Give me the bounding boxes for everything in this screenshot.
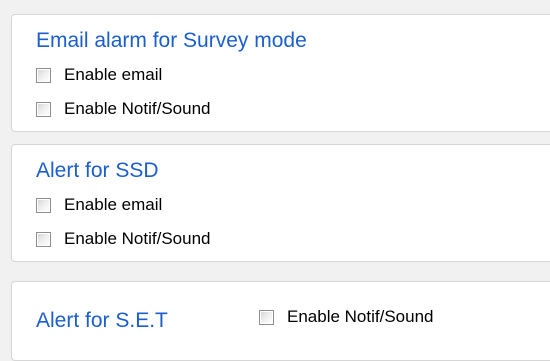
email-alarm-survey-group: Email alarm for Survey mode Enable email…	[11, 14, 550, 132]
set-alert-group: Alert for S.E.T Enable Notif/Sound	[11, 281, 550, 361]
ssd-enable-notif-sound-option[interactable]: Enable Notif/Sound	[36, 229, 211, 249]
ssd-enable-notif-sound-label[interactable]: Enable Notif/Sound	[64, 229, 211, 249]
ssd-enable-email-option[interactable]: Enable email	[36, 195, 162, 215]
survey-enable-email-checkbox[interactable]	[36, 67, 51, 83]
survey-enable-email-label[interactable]: Enable email	[64, 65, 162, 85]
set-enable-notif-sound-label[interactable]: Enable Notif/Sound	[287, 307, 434, 327]
email-alarm-survey-title: Email alarm for Survey mode	[36, 29, 307, 52]
survey-enable-email-option[interactable]: Enable email	[36, 65, 162, 85]
survey-enable-notif-sound-option[interactable]: Enable Notif/Sound	[36, 99, 211, 119]
set-enable-notif-sound-checkbox[interactable]	[259, 309, 274, 325]
survey-enable-notif-sound-label[interactable]: Enable Notif/Sound	[64, 99, 211, 119]
survey-enable-notif-sound-checkbox[interactable]	[36, 101, 51, 117]
ssd-enable-notif-sound-checkbox[interactable]	[36, 231, 51, 247]
ssd-alert-title: Alert for SSD	[36, 159, 159, 182]
ssd-alert-group: Alert for SSD Enable email Enable Notif/…	[11, 144, 550, 262]
ssd-enable-email-label[interactable]: Enable email	[64, 195, 162, 215]
set-enable-notif-sound-option[interactable]: Enable Notif/Sound	[259, 307, 434, 327]
set-alert-title: Alert for S.E.T	[36, 309, 168, 332]
ssd-enable-email-checkbox[interactable]	[36, 197, 51, 213]
